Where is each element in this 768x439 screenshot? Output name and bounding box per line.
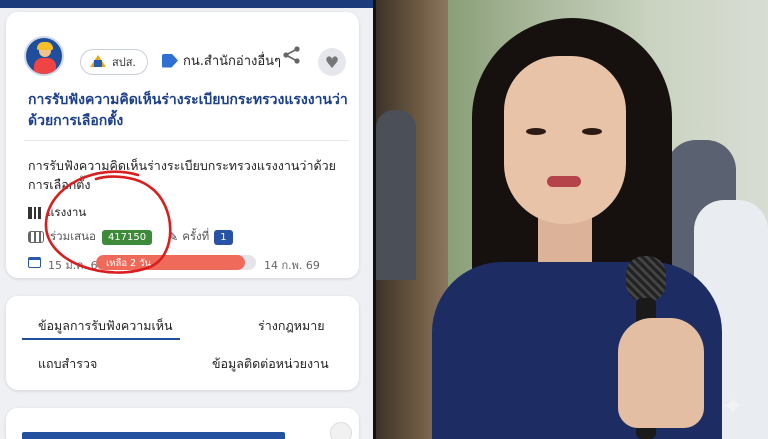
tab-draft-law[interactable]: ร่างกฎหมาย <box>258 316 325 336</box>
participants-label: ร่วมเสนอ <box>50 229 96 243</box>
round-number-badge: 1 <box>214 229 233 245</box>
next-card-avatar <box>330 422 352 439</box>
tag-icon <box>162 53 178 68</box>
active-tab-indicator <box>22 338 180 340</box>
category-tag[interactable]: กน.สำนักอ่างอื่นๆ <box>162 50 281 71</box>
participants-icon <box>28 231 44 243</box>
timeline-row: 15 ม.ค. 69 เหลือ 2 วัน 14 ก.พ. 69 <box>28 255 348 272</box>
person-photo: ✦ <box>376 0 768 439</box>
share-icon[interactable] <box>282 46 302 64</box>
next-card[interactable] <box>6 408 359 439</box>
info-tabs-card: ข้อมูลการรับฟังความเห็น ร่างกฎหมาย แถบสำ… <box>6 296 359 390</box>
pen-icon: ✎ <box>168 230 179 244</box>
tab-consultation-info[interactable]: ข้อมูลการรับฟังความเห็น <box>38 316 173 336</box>
remaining-time: เหลือ 2 วัน <box>106 258 151 269</box>
ministry-row: แรงงาน <box>28 204 86 222</box>
heart-icon: ♥ <box>324 52 340 72</box>
agency-avatar <box>24 36 64 76</box>
top-bar <box>0 0 373 8</box>
ministry-label: แรงงาน <box>47 205 87 219</box>
calendar-icon <box>28 257 41 268</box>
favorite-button[interactable]: ♥ <box>318 48 346 76</box>
participants-count-badge: 417150 <box>101 229 153 245</box>
tab-survey[interactable]: แถบสำรวจ <box>38 354 97 374</box>
stats-row: ร่วมเสนอ 417150 ✎ ครั้งที่ 1 <box>28 228 233 246</box>
time-progress-bar: เหลือ 2 วัน <box>96 255 256 270</box>
next-card-banner <box>22 432 285 439</box>
tab-agency-contact[interactable]: ข้อมูลติดต่อหน่วยงาน <box>212 354 329 374</box>
consultation-app-panel: สปส. กน.สำนักอ่างอื่นๆ ♥ การรับฟังความคิ… <box>0 0 373 439</box>
agency-label: สปส. <box>112 56 136 69</box>
sparkle-icon: ✦ <box>722 392 744 422</box>
consultation-card[interactable]: สปส. กน.สำนักอ่างอื่นๆ ♥ การรับฟังความคิ… <box>6 12 359 278</box>
round-label: ครั้งที่ <box>182 229 210 243</box>
books-icon <box>28 207 41 219</box>
divider <box>24 140 349 141</box>
consultation-title[interactable]: การรับฟังความคิดเห็นร่างระเบียบกระทรวงแร… <box>28 90 350 132</box>
end-date: 14 ก.พ. 69 <box>264 259 320 272</box>
agency-chip[interactable]: สปส. <box>80 49 148 75</box>
consultation-description: การรับฟังความคิดเห็นร่างระเบียบกระทรวงแร… <box>28 158 336 192</box>
category-label: กน.สำนักอ่างอื่นๆ <box>183 54 282 69</box>
agency-logo-icon <box>89 54 107 70</box>
